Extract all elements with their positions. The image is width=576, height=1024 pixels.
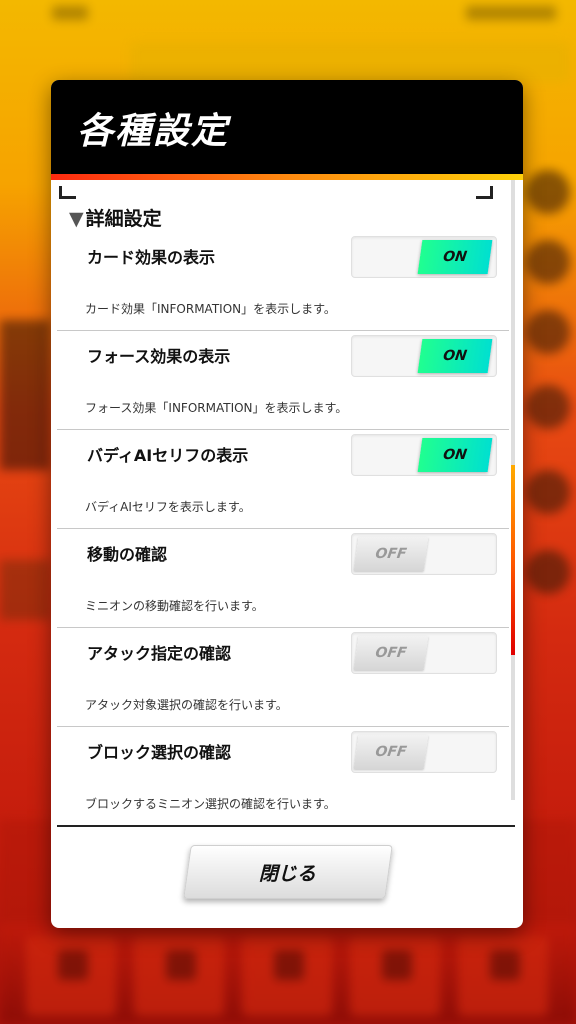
toggle-knob: ON bbox=[417, 240, 493, 274]
background-side-icon bbox=[526, 170, 570, 214]
setting-description: ミニオンの移動確認を行います。 bbox=[85, 599, 264, 613]
move-confirm-toggle[interactable]: OFF bbox=[351, 533, 497, 575]
section-heading: ▼ 詳細設定 bbox=[69, 204, 162, 231]
toggle-knob: OFF bbox=[353, 537, 429, 571]
setting-label: フォース効果の表示 bbox=[87, 347, 231, 366]
setting-row-force-effect: フォース効果の表示 ON フォース効果「INFORMATION」を表示します。 bbox=[57, 331, 509, 430]
toggle-knob: ON bbox=[417, 438, 493, 472]
toggle-knob: OFF bbox=[353, 636, 429, 670]
setting-row-buddy-ai: バディAIセリフの表示 ON バディAIセリフを表示します。 bbox=[57, 430, 509, 529]
settings-scroll-area[interactable]: ▼ 詳細設定 カード効果の表示 ON カード効果「INFORMATION」を表示し… bbox=[51, 180, 523, 825]
background-left-panel bbox=[0, 560, 50, 620]
status-bar bbox=[0, 6, 576, 26]
scrollbar-thumb[interactable] bbox=[511, 465, 515, 655]
background-side-icon bbox=[526, 240, 570, 284]
setting-label: バディAIセリフの表示 bbox=[87, 446, 249, 465]
toggle-knob: OFF bbox=[353, 735, 429, 769]
nav-item bbox=[26, 936, 116, 1016]
dialog-title: 各種設定 bbox=[77, 111, 230, 152]
close-button[interactable]: 閉じる bbox=[183, 845, 393, 899]
setting-row-card-effect: カード効果の表示 ON カード効果「INFORMATION」を表示します。 bbox=[57, 232, 509, 331]
nav-item bbox=[134, 936, 224, 1016]
setting-label: ブロック選択の確認 bbox=[87, 743, 232, 762]
cart-icon bbox=[382, 950, 412, 980]
setting-row-move-confirm: 移動の確認 OFF ミニオンの移動確認を行います。 bbox=[57, 529, 509, 628]
friends-icon bbox=[490, 950, 520, 980]
setting-row-attack-confirm: アタック指定の確認 OFF アタック対象選択の確認を行います。 bbox=[57, 628, 509, 727]
cards-icon bbox=[166, 950, 196, 980]
nav-item bbox=[242, 936, 332, 1016]
nav-item bbox=[350, 936, 440, 1016]
section-title: 詳細設定 bbox=[85, 208, 162, 230]
close-button-label: 閉じる bbox=[259, 862, 317, 885]
background-top-bar bbox=[130, 42, 570, 82]
setting-description: バディAIセリフを表示します。 bbox=[85, 500, 251, 514]
setting-label: カード効果の表示 bbox=[87, 248, 216, 267]
background-left-graphic bbox=[0, 320, 50, 470]
force-effect-toggle[interactable]: ON bbox=[351, 335, 497, 377]
corner-bracket bbox=[476, 186, 493, 199]
setting-row-block-confirm: ブロック選択の確認 OFF ブロックするミニオン選択の確認を行います。 bbox=[57, 727, 509, 825]
collapse-triangle-icon: ▼ bbox=[69, 208, 84, 230]
background-side-icon bbox=[526, 385, 570, 429]
setting-description: フォース効果「INFORMATION」を表示します。 bbox=[85, 401, 348, 415]
card-effect-toggle[interactable]: ON bbox=[351, 236, 497, 278]
setting-description: アタック対象選択の確認を行います。 bbox=[85, 698, 288, 712]
background-side-icon bbox=[526, 550, 570, 594]
setting-label: 移動の確認 bbox=[87, 545, 168, 564]
nav-item bbox=[458, 936, 548, 1016]
background-bottom-nav bbox=[0, 924, 576, 1024]
home-icon bbox=[58, 950, 88, 980]
setting-description: カード効果「INFORMATION」を表示します。 bbox=[85, 302, 336, 316]
attack-confirm-toggle[interactable]: OFF bbox=[351, 632, 497, 674]
settings-dialog: 各種設定 ▼ 詳細設定 カード効果の表示 ON カード効果「INFORMATION… bbox=[51, 80, 523, 928]
dialog-header: 各種設定 bbox=[51, 80, 523, 174]
divider bbox=[57, 825, 515, 827]
setting-description: ブロックするミニオン選択の確認を行います。 bbox=[85, 797, 336, 811]
buddy-ai-toggle[interactable]: ON bbox=[351, 434, 497, 476]
background-side-icon bbox=[526, 470, 570, 514]
block-confirm-toggle[interactable]: OFF bbox=[351, 731, 497, 773]
corner-bracket bbox=[59, 186, 76, 199]
scrollbar-track[interactable] bbox=[511, 180, 515, 800]
board-icon bbox=[274, 950, 304, 980]
toggle-knob: ON bbox=[417, 339, 493, 373]
background-side-icon bbox=[526, 310, 570, 354]
setting-label: アタック指定の確認 bbox=[87, 644, 232, 663]
